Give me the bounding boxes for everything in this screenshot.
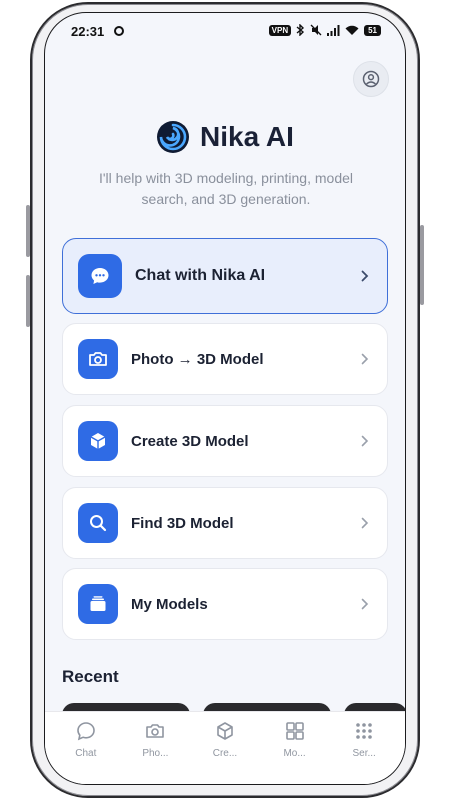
my-models-button[interactable]: My Models — [62, 568, 388, 640]
menu-label: Photo → 3D Model — [131, 350, 264, 368]
tab-create[interactable]: Cre... — [195, 712, 255, 784]
chevron-right-icon — [361, 598, 369, 610]
cellular-signal-icon — [327, 24, 340, 36]
battery-indicator: 51 — [364, 24, 381, 36]
camera-icon — [146, 724, 165, 738]
app-title: Nika AI — [200, 121, 294, 152]
tab-services[interactable]: Ser... — [334, 712, 394, 784]
chevron-right-icon — [361, 435, 369, 447]
power-button — [420, 225, 424, 305]
tab-models[interactable]: Mo... — [265, 712, 325, 784]
status-icons: VPN 51 — [268, 24, 381, 36]
find-3d-model-button[interactable]: Find 3D Model — [62, 487, 388, 559]
chevron-right-icon — [361, 353, 369, 365]
bottom-tab-bar: Chat Pho... Cre... Mo... Ser... — [45, 711, 405, 784]
camera-icon — [78, 339, 118, 379]
chevron-right-icon — [361, 270, 369, 282]
menu-label: Find 3D Model — [131, 514, 234, 532]
menu-label: Create 3D Model — [131, 432, 249, 450]
notification-icon — [114, 26, 124, 36]
cube-icon — [217, 722, 233, 740]
vpn-badge: VPN — [268, 24, 292, 36]
chat-with-nika-button[interactable]: Chat with Nika AI — [62, 238, 388, 314]
chevron-right-icon — [361, 517, 369, 529]
app-screen: 22:31 VPN 51 Nika AI I'll help with 3D m… — [44, 12, 406, 785]
tab-label: Pho... — [142, 748, 169, 759]
status-bar: 22:31 VPN 51 — [45, 13, 405, 49]
status-time: 22:31 — [71, 24, 105, 39]
create-3d-model-button[interactable]: Create 3D Model — [62, 405, 388, 477]
user-icon — [362, 70, 380, 88]
brand-header: Nika AI — [45, 120, 405, 154]
wifi-icon — [345, 25, 359, 35]
menu-label: My Models — [131, 595, 208, 613]
tab-chat[interactable]: Chat — [56, 712, 116, 784]
search-icon — [78, 503, 118, 543]
menu-label: Chat with Nika AI — [135, 267, 266, 284]
bluetooth-icon — [296, 24, 305, 36]
tab-label: Ser... — [352, 748, 376, 759]
grid-icon — [285, 722, 304, 740]
tab-label: Cre... — [212, 748, 238, 759]
tab-photo[interactable]: Pho... — [125, 712, 185, 784]
recent-section-title: Recent — [62, 667, 119, 686]
nika-logo-icon — [157, 121, 190, 153]
tab-label: Chat — [75, 748, 97, 759]
cube-icon — [78, 421, 118, 461]
chat-bubble-icon — [78, 254, 122, 298]
folder-icon — [78, 584, 118, 624]
mute-icon — [310, 24, 322, 36]
app-subtitle: I'll help with 3D modeling, printing, mo… — [98, 170, 354, 207]
tab-label: Mo... — [283, 748, 306, 759]
profile-button[interactable] — [353, 61, 389, 97]
chat-icon — [76, 722, 95, 741]
photo-to-3d-button[interactable]: Photo → 3D Model — [62, 323, 388, 395]
dots-grid-icon — [356, 723, 372, 739]
volume-up-button — [26, 205, 30, 257]
volume-down-button — [26, 275, 30, 327]
